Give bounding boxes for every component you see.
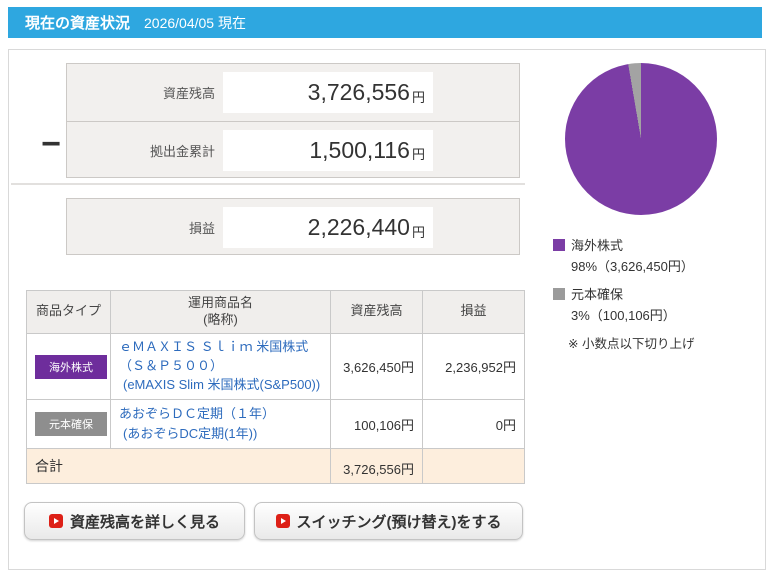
legend-swatch (553, 238, 565, 251)
profit-loss-row: 損益 2,226,440 円 (67, 199, 519, 256)
section-header: 現在の資産状況 2026/04/05 現在 (8, 7, 762, 38)
products-table: 商品タイプ 運用商品名 (略称) 資産残高 損益 海外株式 ｅＭＡＸＩＳ Ｓｌｉ… (26, 290, 525, 485)
pie-chart (565, 63, 717, 215)
product-name-link[interactable]: あおぞらＤＣ定期（１年） (119, 405, 322, 424)
profit-loss-value: 2,226,440 (307, 214, 410, 240)
profit-loss-unit: 円 (411, 224, 425, 240)
product-type-badge: 元本確保 (35, 412, 107, 437)
play-icon (275, 514, 290, 528)
contribution-total-row: 拠出金累計 1,500,116 円 (67, 121, 519, 178)
contribution-total-label: 拠出金累計 (149, 143, 215, 159)
legend-label-principal-protected: 元本確保 (571, 287, 624, 302)
view-balance-details-label: 資産残高を詳しく見る (69, 513, 220, 531)
asset-status-panel: 資産残高 3,726,556 円 拠出金累計 1,500,116 円 − 損益 … (8, 49, 766, 570)
header-product-type: 商品タイプ (26, 290, 111, 334)
rounding-note: ※ 小数点以下切り上げ (568, 337, 695, 351)
total-label: 合計 (26, 448, 331, 485)
view-balance-details-button[interactable]: 資産残高を詳しく見る (24, 502, 245, 540)
play-icon (48, 514, 63, 528)
asset-balance-label: 資産残高 (162, 86, 215, 101)
legend-item-principal-protected: 元本確保 3%（100,106円） (553, 284, 694, 324)
minus-icon: − (41, 125, 61, 163)
product-name-link[interactable]: ｅＭＡＸＩＳ Ｓｌｉｍ 米国株式（Ｓ＆Ｐ５００） (119, 338, 322, 376)
asset-balance-row: 資産残高 3,726,556 円 (67, 64, 519, 121)
legend-detail-foreign-stocks: 98%（3,626,450円） (571, 259, 694, 274)
products-table-wrap: 商品タイプ 運用商品名 (略称) 資産残高 損益 海外株式 ｅＭＡＸＩＳ Ｓｌｉ… (26, 290, 525, 485)
legend-detail-principal-protected: 3%（100,106円） (571, 308, 676, 323)
contribution-total-value: 1,500,116 (309, 136, 410, 163)
contribution-total-unit: 円 (411, 147, 425, 162)
product-profit-loss: 0円 (422, 399, 525, 450)
as-of-date: 2026/04/05 現在 (144, 14, 246, 31)
product-balance: 3,626,450円 (330, 332, 423, 401)
header-product-name: 運用商品名 (略称) (110, 290, 331, 334)
product-balance: 100,106円 (330, 399, 423, 450)
header-asset-balance: 資産残高 (330, 290, 423, 334)
table-header-row: 商品タイプ 運用商品名 (略称) 資産残高 損益 (26, 290, 525, 334)
profit-loss-value-box: 2,226,440 円 (223, 207, 433, 248)
page-title: 現在の資産状況 (25, 15, 131, 32)
legend-swatch (553, 287, 565, 300)
total-balance: 3,726,556円 (330, 448, 423, 485)
table-row: 元本確保 あおぞらＤＣ定期（１年） (あおぞらDC定期(1年)) 100,106… (26, 399, 525, 450)
product-type-badge: 海外株式 (35, 354, 107, 379)
asset-balance-unit: 円 (411, 89, 425, 105)
asset-balance-value: 3,726,556 (307, 79, 410, 105)
product-profit-loss: 2,236,952円 (422, 332, 525, 401)
legend-item-foreign-stocks: 海外株式 98%（3,626,450円） (553, 235, 694, 275)
product-name-abbrev-link[interactable]: (あおぞらDC定期(1年)) (119, 425, 322, 444)
switching-button[interactable]: スイッチング(預け替え)をする (254, 502, 523, 540)
profit-summary-box: 損益 2,226,440 円 (66, 198, 520, 255)
equals-divider (11, 183, 525, 185)
contribution-total-value-box: 1,500,116 円 (223, 129, 433, 171)
balance-summary-box: 資産残高 3,726,556 円 拠出金累計 1,500,116 円 (66, 63, 520, 178)
header-profit-loss: 損益 (422, 290, 525, 334)
total-row: 合計 3,726,556円 (26, 448, 525, 485)
asset-balance-value-box: 3,726,556 円 (223, 72, 433, 113)
legend-label-foreign-stocks: 海外株式 (571, 238, 624, 253)
switching-label: スイッチング(預け替え)をする (296, 513, 502, 531)
table-row: 海外株式 ｅＭＡＸＩＳ Ｓｌｉｍ 米国株式（Ｓ＆Ｐ５００） (eMAXIS Sl… (26, 332, 525, 401)
product-name-abbrev-link[interactable]: (eMAXIS Slim 米国株式(S&P500)) (119, 376, 322, 395)
total-profit-loss (422, 448, 525, 485)
profit-loss-label: 損益 (188, 221, 215, 236)
pie-legend: 海外株式 98%（3,626,450円） 元本確保 3%（100,106円） ※… (553, 235, 694, 352)
